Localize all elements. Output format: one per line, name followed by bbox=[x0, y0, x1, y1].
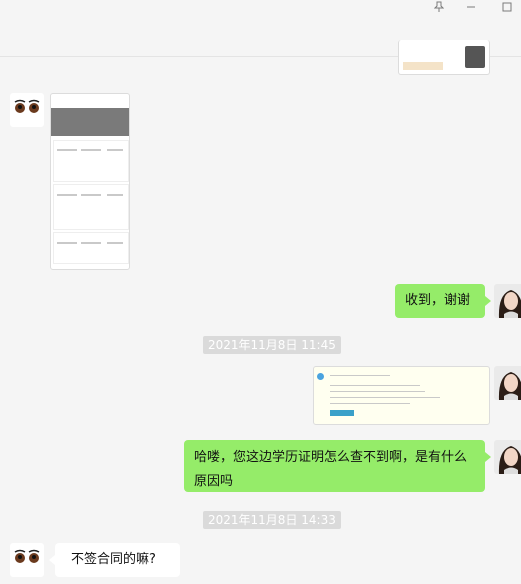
image-message-screenshot[interactable] bbox=[50, 93, 130, 270]
minimize-icon[interactable] bbox=[460, 0, 482, 14]
contact-avatar[interactable] bbox=[10, 543, 44, 577]
pin-icon[interactable] bbox=[428, 0, 450, 14]
maximize-icon[interactable] bbox=[496, 0, 518, 14]
message-bubble-received[interactable]: 收到，谢谢 bbox=[395, 284, 491, 318]
message-text: 哈喽，您这边学历证明怎么查不到啊，是有什么原因吗 bbox=[194, 450, 468, 489]
user-avatar[interactable] bbox=[494, 284, 521, 318]
contact-avatar[interactable] bbox=[10, 93, 44, 127]
image-message-partial[interactable] bbox=[398, 40, 490, 75]
message-text: 不签合同的嘛? bbox=[71, 552, 156, 567]
message-text: 收到，谢谢 bbox=[405, 293, 471, 308]
timestamp: 2021年11月8日 14:33 bbox=[203, 511, 341, 529]
message-bubble-reply[interactable]: 不签合同的嘛? bbox=[49, 543, 180, 577]
user-avatar[interactable] bbox=[494, 440, 521, 474]
message-bubble-question[interactable]: 哈喽，您这边学历证明怎么查不到啊，是有什么原因吗 bbox=[184, 440, 491, 492]
user-avatar[interactable] bbox=[494, 366, 521, 400]
timestamp: 2021年11月8日 11:45 bbox=[203, 336, 341, 354]
image-message-webpage[interactable] bbox=[313, 366, 490, 425]
